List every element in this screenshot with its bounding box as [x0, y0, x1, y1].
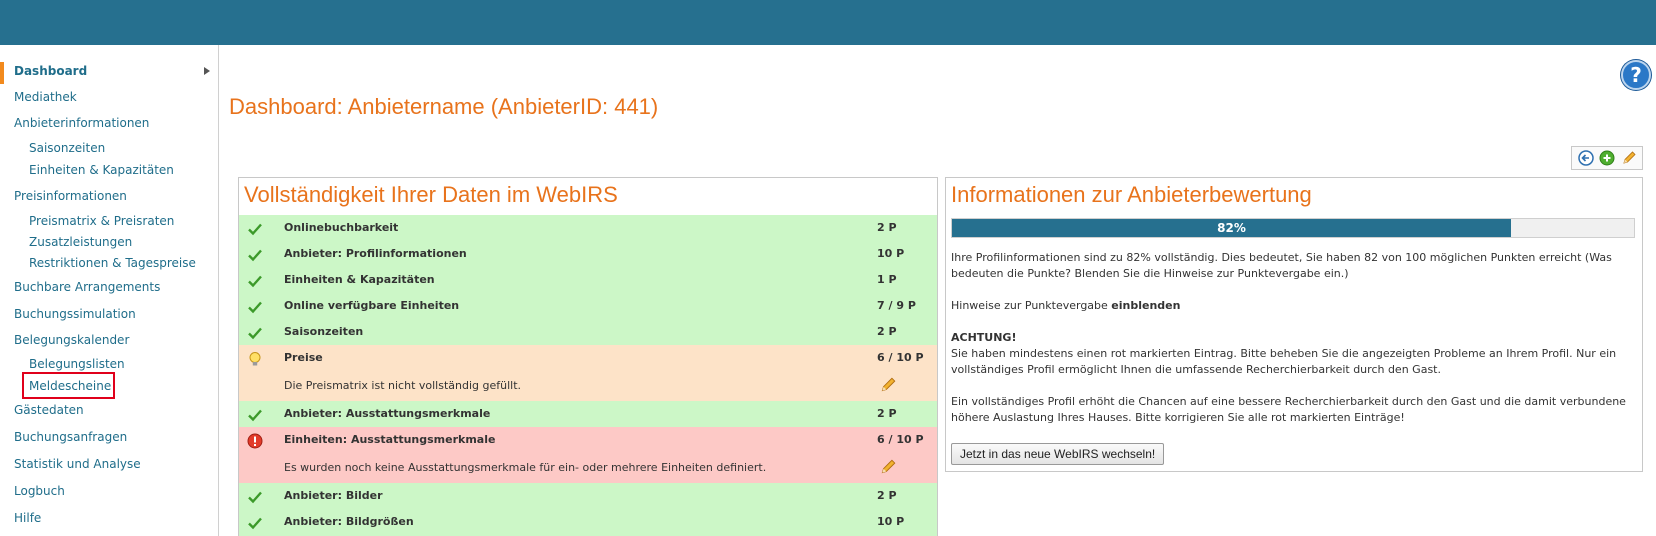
progress-bar: 82%: [951, 218, 1635, 238]
checkmark-icon: [247, 247, 263, 263]
switch-webirs-button[interactable]: Jetzt in das neue WebIRS wechseln!: [951, 443, 1165, 465]
row-note: Es wurden noch keine Ausstattungsmerkmal…: [284, 461, 767, 474]
row-label: Einheiten: Ausstattungsmerkmale: [284, 433, 496, 446]
rating-title: Informationen zur Anbieterbewertung: [951, 182, 1312, 207]
checkmark-icon: [247, 489, 263, 505]
row-label: Anbieter: Ausstattungsmerkmale: [284, 407, 491, 420]
sidebar-item-arrangements[interactable]: Buchbare Arrangements: [14, 280, 160, 294]
sidebar-item-preismatrix[interactable]: Preismatrix & Preisraten: [29, 214, 174, 228]
sidebar-item-buchungssimulation[interactable]: Buchungssimulation: [14, 307, 136, 321]
row-points: 2 P: [877, 489, 897, 502]
pencil-icon[interactable]: [879, 376, 897, 394]
row-points: 2 P: [877, 407, 897, 420]
checkmark-icon: [247, 273, 263, 289]
sidebar-item-zusatzleistungen[interactable]: Zusatzleistungen: [29, 235, 132, 249]
completeness-panel: Vollständigkeit Ihrer Daten im WebIRS On…: [238, 177, 938, 536]
sidebar-item-preisinformationen[interactable]: Preisinformationen: [14, 189, 127, 203]
row-points: 2 P: [877, 221, 897, 234]
page-title: Dashboard: Anbietername (AnbieterID: 441…: [229, 94, 659, 119]
sidebar-item-belegungskalender[interactable]: Belegungskalender: [14, 333, 129, 347]
sidebar-item-dashboard[interactable]: Dashboard: [14, 64, 87, 78]
checkmark-icon: [247, 407, 263, 423]
sidebar-item-mediathek[interactable]: Mediathek: [14, 90, 77, 104]
active-indicator: [0, 62, 4, 84]
pencil-icon[interactable]: [879, 458, 897, 476]
lightbulb-icon: [247, 351, 263, 367]
completeness-title: Vollständigkeit Ihrer Daten im WebIRS: [244, 182, 618, 207]
sidebar-item-logbuch[interactable]: Logbuch: [14, 484, 65, 498]
table-row: Anbieter: Bildgrößen 10 P: [239, 509, 937, 536]
row-label: Onlinebuchbarkeit: [284, 221, 399, 234]
pencil-icon[interactable]: [1621, 150, 1637, 166]
sidebar: Dashboard Mediathek Anbieterinformatione…: [0, 45, 219, 536]
sidebar-item-restriktionen[interactable]: Restriktionen & Tagespreise: [29, 256, 196, 270]
sidebar-item-saisonzeiten[interactable]: Saisonzeiten: [29, 141, 105, 155]
row-points: 2 P: [877, 325, 897, 338]
sidebar-item-gaestedaten[interactable]: Gästedaten: [14, 403, 84, 417]
hint-line: Hinweise zur Punktevergabe einblenden: [951, 298, 1639, 314]
row-label: Online verfügbare Einheiten: [284, 299, 460, 312]
warning-heading: ACHTUNG!: [951, 331, 1017, 344]
checkmark-icon: [247, 299, 263, 315]
row-points: 10 P: [877, 247, 905, 260]
row-points: 6 / 10 P: [877, 351, 924, 364]
help-button[interactable]: ?: [1621, 60, 1651, 90]
row-label: Anbieter: Bildgrößen: [284, 515, 414, 528]
closing-text: Ein vollständiges Profil erhöht die Chan…: [951, 395, 1626, 424]
table-row: Onlinebuchbarkeit 2 P: [239, 215, 937, 241]
table-row: Anbieter: Ausstattungsmerkmale 2 P: [239, 401, 937, 427]
checkmark-icon: [247, 515, 263, 531]
table-row: Online verfügbare Einheiten 7 / 9 P: [239, 293, 937, 319]
highlight-box: [22, 372, 115, 399]
row-label: Saisonzeiten: [284, 325, 364, 338]
table-row: Anbieter: Profilinformationen 10 P: [239, 241, 937, 267]
progress-label: 82%: [1217, 221, 1246, 235]
exclamation-icon: [247, 433, 263, 449]
row-label: Anbieter: Profilinformationen: [284, 247, 467, 260]
sidebar-item-buchungsanfragen[interactable]: Buchungsanfragen: [14, 430, 127, 444]
checkmark-icon: [247, 221, 263, 237]
expand-arrow-icon[interactable]: [204, 67, 210, 75]
rating-intro: Ihre Profilinformationen sind zu 82% vol…: [951, 251, 1612, 280]
table-row: Einheiten: Ausstattungsmerkmale 6 / 10 P…: [239, 427, 937, 483]
row-note: Die Preismatrix ist nicht vollständig ge…: [284, 379, 522, 392]
hint-prefix: Hinweise zur Punktevergabe: [951, 299, 1112, 312]
row-points: 10 P: [877, 515, 905, 528]
top-header-bar: [0, 0, 1656, 45]
rating-panel: Informationen zur Anbieterbewertung 82% …: [945, 177, 1643, 472]
sidebar-item-einheiten[interactable]: Einheiten & Kapazitäten: [29, 163, 174, 177]
plus-icon[interactable]: [1599, 150, 1615, 166]
sidebar-item-hilfe[interactable]: Hilfe: [14, 511, 41, 525]
row-points: 1 P: [877, 273, 897, 286]
row-label: Einheiten & Kapazitäten: [284, 273, 435, 286]
row-label: Anbieter: Bilder: [284, 489, 383, 502]
sidebar-item-statistik[interactable]: Statistik und Analyse: [14, 457, 141, 471]
row-points: 6 / 10 P: [877, 433, 924, 446]
table-row: Anbieter: Bilder 2 P: [239, 483, 937, 509]
table-row: Saisonzeiten 2 P: [239, 319, 937, 345]
table-row: Preise 6 / 10 P Die Preismatrix ist nich…: [239, 345, 937, 401]
sidebar-item-anbieterinformationen[interactable]: Anbieterinformationen: [14, 116, 149, 130]
row-points: 7 / 9 P: [877, 299, 916, 312]
warning-text: Sie haben mindestens einen rot markierte…: [951, 347, 1617, 376]
panel-toolbar: [1571, 146, 1643, 170]
row-label: Preise: [284, 351, 323, 364]
checkmark-icon: [247, 325, 263, 341]
back-arrow-icon[interactable]: [1577, 150, 1594, 166]
hint-toggle-link[interactable]: einblenden: [1111, 299, 1180, 312]
sidebar-item-belegungslisten[interactable]: Belegungslisten: [29, 357, 125, 371]
table-row: Einheiten & Kapazitäten 1 P: [239, 267, 937, 293]
